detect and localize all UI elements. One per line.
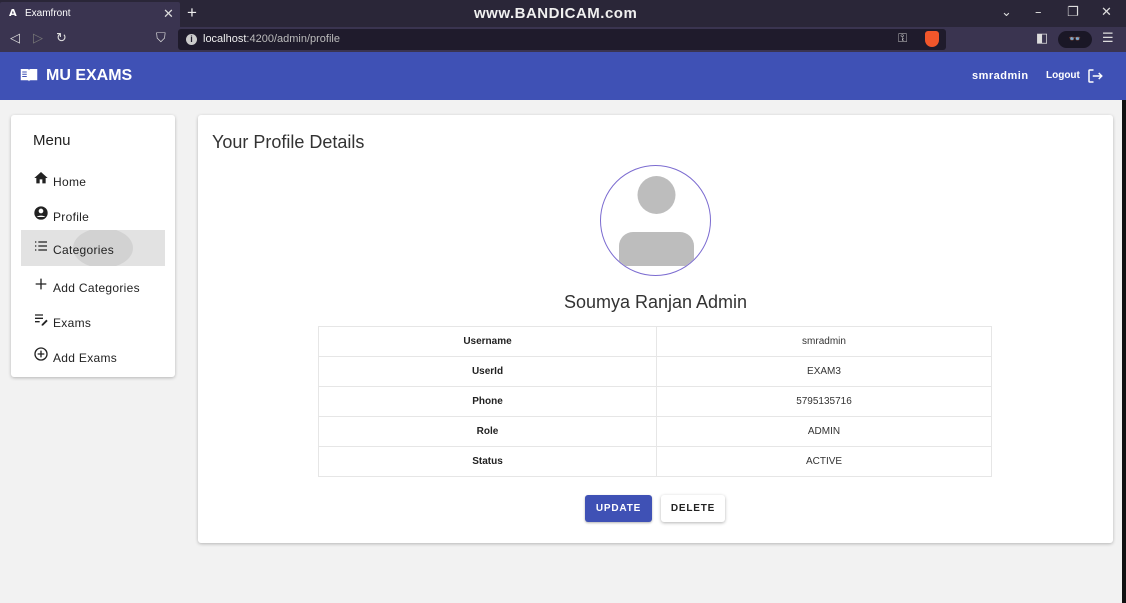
table-row: Phone 5795135716: [318, 386, 992, 417]
sidebar-item-label: Home: [53, 175, 87, 189]
sidebar-menu: Menu Home Profile Categories Add Categor…: [11, 115, 175, 377]
page-title: Your Profile Details: [212, 132, 365, 152]
menu-title: Menu: [33, 132, 71, 149]
detail-value: 5795135716: [656, 386, 992, 417]
reload-icon[interactable]: ↻: [56, 31, 67, 46]
chevron-down-icon[interactable]: ⌄: [1001, 5, 1012, 20]
browser-toolbar: ◁ ▷ ↻ ⛉ i localhost:4200/admin/profile ⚿…: [0, 27, 1126, 52]
bookmark-icon[interactable]: ⛉: [156, 31, 166, 46]
recorder-watermark: www.BANDICAM.com: [474, 5, 638, 22]
tab-title: Examfront: [25, 8, 71, 19]
detail-key: Status: [318, 446, 657, 477]
table-row: UserId EXAM3: [318, 356, 992, 387]
forward-icon[interactable]: ▷: [33, 31, 43, 46]
detail-key: Phone: [318, 386, 657, 417]
app-header: MU EXAMS smradmin Logout: [0, 52, 1126, 100]
close-window-icon[interactable]: ✕: [1101, 5, 1112, 20]
sidebar-item-home[interactable]: Home: [21, 162, 165, 198]
sidebar-item-label: Exams: [53, 316, 92, 330]
sidebar-item-exams[interactable]: Exams: [21, 303, 165, 339]
minimize-icon[interactable]: –: [1035, 5, 1042, 20]
update-button[interactable]: UPDATE: [585, 495, 652, 522]
browser-tab[interactable]: A Examfront ✕: [0, 2, 180, 27]
sidebar-item-label: Add Exams: [53, 351, 118, 365]
sidebar-item-add-exams[interactable]: Add Exams: [21, 338, 165, 374]
table-row: Role ADMIN: [318, 416, 992, 447]
playlist-edit-icon: [35, 314, 48, 326]
brave-shield-icon[interactable]: [925, 31, 939, 47]
window-edge: [1122, 100, 1126, 603]
add-circle-icon: [34, 347, 48, 361]
restore-icon[interactable]: ❐: [1067, 5, 1079, 20]
logout-button[interactable]: Logout: [1046, 70, 1080, 81]
delete-button[interactable]: DELETE: [661, 495, 725, 522]
detail-key: Username: [318, 326, 657, 357]
site-info-icon[interactable]: i: [186, 34, 197, 45]
detail-key: UserId: [318, 356, 657, 387]
detail-value: smradmin: [656, 326, 992, 357]
header-username-button[interactable]: smradmin: [972, 70, 1029, 82]
profile-full-name: Soumya Ranjan Admin: [563, 292, 748, 312]
back-icon[interactable]: ◁: [10, 31, 20, 46]
sidebar-item-profile[interactable]: Profile: [21, 197, 165, 233]
url-text: localhost:4200/admin/profile: [203, 33, 340, 45]
tab-close-icon[interactable]: ✕: [163, 6, 174, 22]
menu-icon[interactable]: ☰: [1102, 31, 1114, 46]
detail-value: ACTIVE: [656, 446, 992, 477]
account-circle-icon: [34, 206, 48, 220]
detail-value: EXAM3: [656, 356, 992, 387]
angular-logo-icon: A: [9, 8, 17, 19]
sidebar-item-categories[interactable]: Categories: [21, 230, 165, 266]
detail-key: Role: [318, 416, 657, 447]
person-avatar-icon: [619, 176, 694, 266]
plus-icon: [35, 278, 47, 290]
logout-icon[interactable]: [1086, 67, 1104, 85]
key-icon[interactable]: ⚿: [898, 31, 907, 46]
sidebar-toggle-icon[interactable]: ◧: [1036, 31, 1048, 46]
table-row: Status ACTIVE: [318, 446, 992, 477]
sidebar-item-label: Profile: [53, 210, 90, 224]
sidebar-item-label: Add Categories: [53, 281, 140, 295]
list-icon: [35, 241, 47, 251]
browser-tab-bar: A Examfront ✕ + www.BANDICAM.com ⌄ – ❐ ✕: [0, 0, 1126, 27]
new-tab-button[interactable]: +: [187, 3, 197, 23]
home-icon: [34, 172, 48, 184]
profile-card: Your Profile Details Soumya Ranjan Admin…: [198, 115, 1113, 543]
avatar: [600, 165, 711, 276]
extension-icon[interactable]: 👓: [1058, 31, 1092, 48]
app-brand[interactable]: MU EXAMS: [46, 67, 132, 85]
sidebar-item-add-categories[interactable]: Add Categories: [21, 268, 165, 304]
detail-value: ADMIN: [656, 416, 992, 447]
book-icon: [20, 69, 38, 82]
address-bar[interactable]: i localhost:4200/admin/profile ⚿: [178, 29, 946, 50]
profile-details-table: Username smradmin UserId EXAM3 Phone 579…: [318, 326, 992, 477]
table-row: Username smradmin: [318, 326, 992, 357]
sidebar-item-label: Categories: [53, 243, 115, 257]
